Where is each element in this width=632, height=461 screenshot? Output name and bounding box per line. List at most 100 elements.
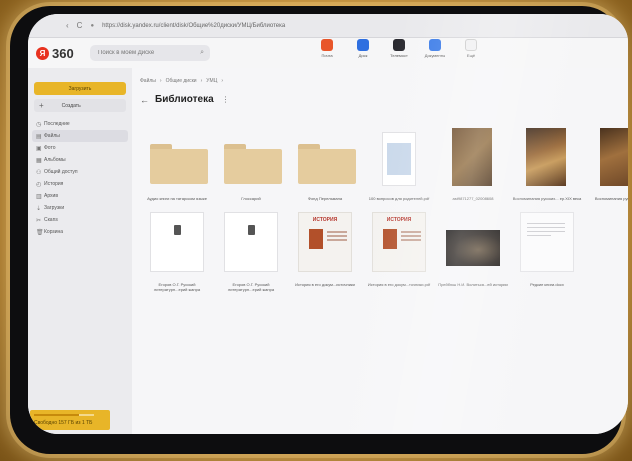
file-item[interactable]: Егоров О.Г. Русский литературн...ерий жа… (142, 212, 212, 296)
folder-icon (150, 144, 208, 184)
storage-bar-fill (34, 414, 79, 416)
sidebar-item[interactable]: ▥ Архив (32, 190, 128, 202)
breadcrumb-item[interactable]: Общие диски (166, 78, 197, 84)
service-icon (321, 39, 333, 51)
browser-toolbar: ‹ C ● https://disk.yandex.ru/client/disk… (28, 14, 628, 38)
file-item[interactable]: Редкие книги.docx (512, 212, 582, 296)
cover-text-lines (327, 231, 347, 233)
back-arrow-icon[interactable]: ← (140, 95, 149, 105)
search-input[interactable] (98, 50, 188, 56)
service-icon (357, 39, 369, 51)
upload-button[interactable]: Загрузить (34, 82, 126, 95)
sidebar-item-label: История (44, 181, 64, 187)
reload-icon[interactable]: C (77, 21, 83, 30)
cover-image (309, 229, 323, 249)
folder-item[interactable]: Фонд Перельмана (290, 126, 360, 210)
service-label: Диск (358, 53, 368, 58)
storage-text: Свободно 157 ГБ из 1 ТБ (34, 420, 93, 426)
sidebar-item-label: Последние (44, 121, 70, 127)
file-name: Воспоминания русских... ер.XIX века (512, 196, 582, 201)
file-name: Фонд Перельмана (307, 196, 343, 201)
service-4[interactable]: Документы (424, 39, 446, 58)
search-box[interactable]: ⌕ (90, 45, 210, 61)
title-row: ← Библиотека ⋮ (140, 94, 230, 105)
file-name: Егоров О.Г. Русский литературн...ерий жа… (153, 282, 201, 292)
search-icon[interactable]: ⌕ (200, 49, 204, 57)
breadcrumb-separator: › (200, 78, 203, 84)
nav-icon: ▣ (36, 145, 42, 152)
service-1[interactable]: Почта (316, 39, 338, 58)
folder-icon (224, 144, 282, 184)
yandex-logo-icon: Я (36, 46, 49, 60)
service-label: Почта (321, 53, 333, 58)
book-thumbnail (382, 132, 416, 186)
sidebar-item-label: Корзина (44, 229, 64, 235)
document-thumbnail (224, 212, 278, 272)
sidebar-item[interactable]: ▤ Файлы (32, 130, 128, 142)
sidebar-item[interactable]: ✂ Скans (32, 214, 128, 226)
sidebar-item[interactable]: 🗑 Корзина (32, 226, 128, 238)
file-name: История в его докум...источники (295, 282, 355, 287)
sidebar-item[interactable]: ⇣ Загрузки (32, 202, 128, 214)
create-button[interactable]: + Создать (34, 99, 126, 112)
more-options-icon[interactable]: ⋮ (222, 95, 230, 104)
plus-icon: + (39, 101, 44, 110)
sidebar-item[interactable]: ⚇ Общий доступ (32, 166, 128, 178)
file-item[interactable]: Воспоминания русских Х...Л (586, 126, 628, 210)
address-bar[interactable]: https://disk.yandex.ru/client/disk/Общие… (102, 23, 285, 29)
breadcrumb-item[interactable]: УМЦ (206, 78, 217, 84)
folder-body (224, 149, 282, 184)
book-cover-thumbnail: ИСТОРИЯ (298, 212, 352, 272)
text-line (527, 235, 551, 236)
nav-icon: 🗑 (36, 229, 44, 236)
nav-icon: ✂ (36, 217, 42, 224)
file-item[interactable]: Воспоминания русских... ер.XIX века (512, 126, 582, 210)
book-cover (387, 143, 411, 175)
folder-item[interactable]: Аудио книги на татарском языке (142, 126, 212, 210)
sidebar-item[interactable]: ◴ История (32, 178, 128, 190)
file-item[interactable]: ИСТОРИЯ История в его докум...источники (290, 212, 360, 296)
cover-title: ИСТОРИЯ (312, 217, 338, 223)
file-item[interactable]: ИСТОРИЯ История в его докум...точники.pdf (364, 212, 434, 296)
breadcrumb-separator: › (221, 78, 223, 84)
services-bar: Почта Диск Телемост Документы Ещё (316, 39, 482, 58)
sidebar-item[interactable]: ◷ Последние (32, 118, 128, 130)
nav-icon: ▥ (36, 193, 42, 200)
service-5[interactable]: Ещё (460, 39, 482, 58)
file-item[interactable]: Прейбюш Н.И. Волиться...ей истории (438, 212, 508, 296)
back-icon[interactable]: ‹ (66, 21, 69, 30)
file-name: ast9871277_02008608 (452, 196, 494, 201)
page-title: Библиотека (155, 94, 214, 105)
service-2[interactable]: Диск (352, 39, 374, 58)
service-icon (393, 39, 405, 51)
file-name: Аудио книги на татарском языке (147, 196, 207, 201)
document-thumbnail (150, 212, 204, 272)
sidebar-nav: ◷ Последние ▤ Файлы ▣ Фото ▦ Альбомы ⚇ Общий дост… (32, 118, 128, 238)
service-3[interactable]: Телемост (388, 39, 410, 58)
file-item[interactable]: 100 вопросов для родителей.pdf (364, 126, 434, 210)
file-name: 100 вопросов для родителей.pdf (368, 196, 430, 201)
sidebar-item-label: Скans (44, 217, 58, 223)
nav-icon: ◷ (36, 121, 42, 128)
service-icon (429, 39, 441, 51)
file-name: Глоссарий (241, 196, 261, 201)
folder-body (150, 149, 208, 184)
app-header: Я 360 ⌕ Почта Диск Телемост Документы Ещё (28, 38, 628, 68)
document-icon (248, 225, 255, 235)
sidebar-item-label: Загрузки (44, 205, 65, 211)
sidebar-item[interactable]: ▣ Фото (32, 142, 128, 154)
cover-title: ИСТОРИЯ (386, 217, 412, 223)
breadcrumb: Файлы › Общие диски › УМЦ › (140, 78, 223, 84)
image-thumbnail (600, 128, 628, 186)
storage-indicator[interactable]: Свободно 157 ГБ из 1 ТБ (30, 410, 110, 430)
nav-icon: ▤ (36, 133, 42, 140)
service-label: Ещё (466, 53, 476, 58)
sidebar-item-label: Общий доступ (44, 169, 78, 175)
file-item[interactable]: ast9871277_02008608 (438, 126, 508, 210)
yandex-360-logo[interactable]: Я 360 (36, 46, 74, 61)
breadcrumb-item[interactable]: Файлы (140, 78, 156, 84)
sidebar-item[interactable]: ▦ Альбомы (32, 154, 128, 166)
folder-item[interactable]: Глоссарий (216, 126, 286, 210)
file-item[interactable]: Егоров О.Г. Русский литературн...ерий жа… (216, 212, 286, 296)
lock-icon: ● (90, 22, 95, 29)
